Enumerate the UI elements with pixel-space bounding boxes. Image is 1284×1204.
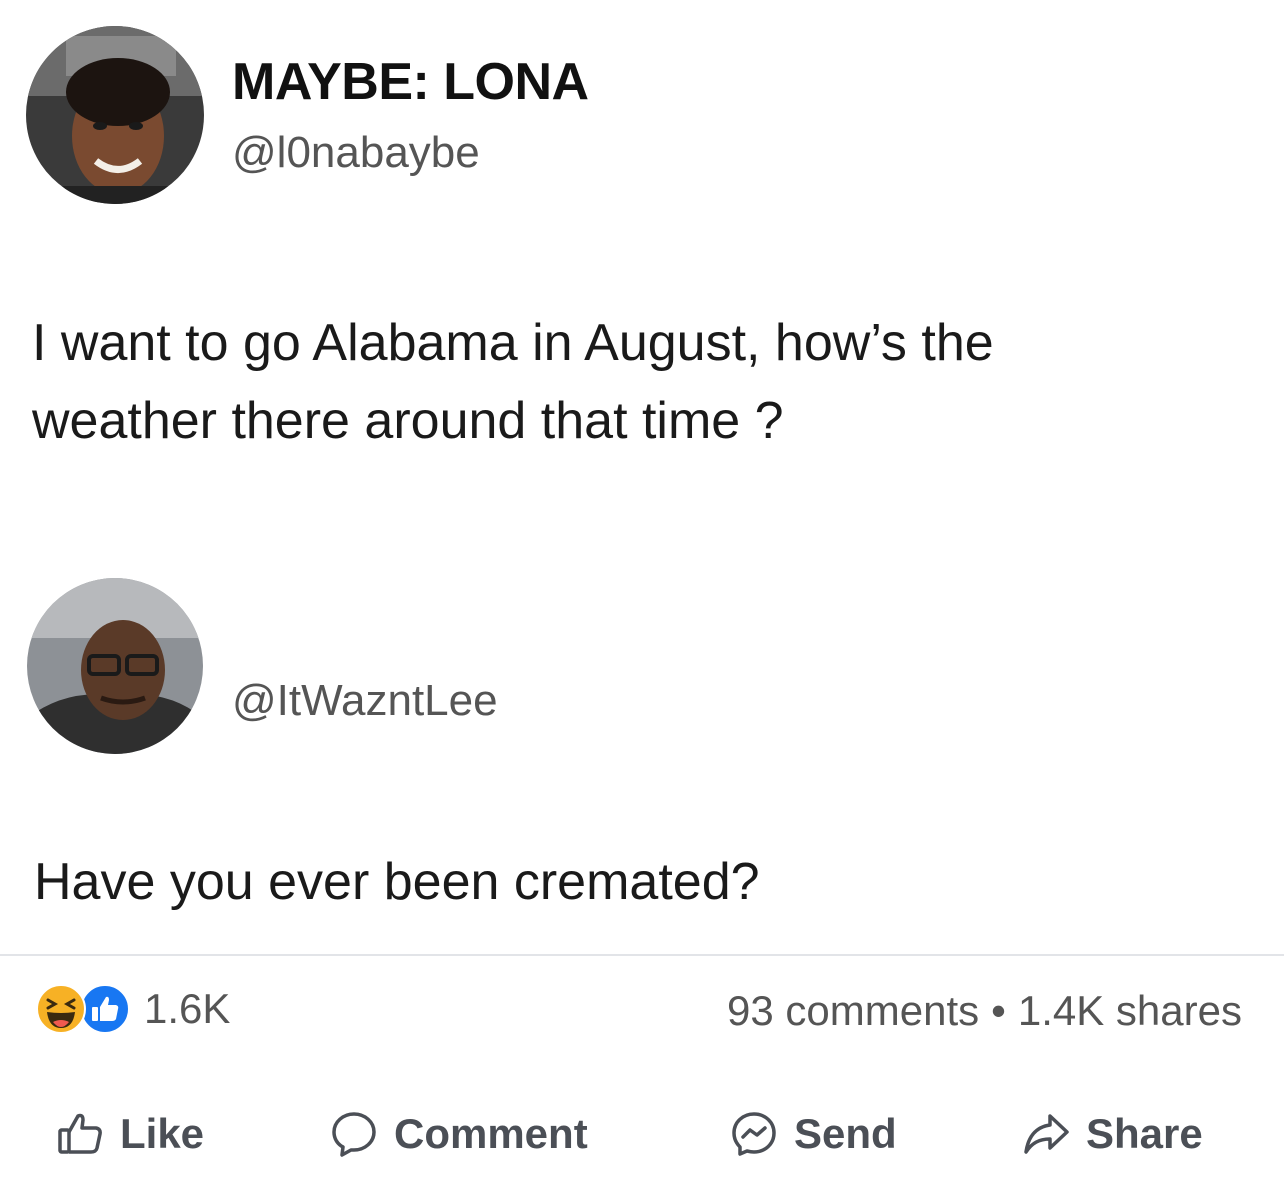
share-arrow-icon	[1022, 1110, 1070, 1158]
stats-separator: •	[991, 987, 1006, 1034]
tweet-text-line: I want to go Alabama in August, how’s th…	[32, 314, 994, 372]
shares-count-link[interactable]: 1.4K shares	[1018, 987, 1242, 1034]
author-avatar-image	[26, 26, 204, 204]
messenger-icon	[730, 1110, 778, 1158]
reply-avatar[interactable]	[27, 578, 203, 754]
action-bar: Like Comment Send Share	[0, 1104, 1284, 1164]
haha-icon	[36, 984, 86, 1034]
reactions-count: 1.6K	[144, 985, 231, 1032]
facebook-post: MAYBE: LONA @l0nabaybe I want to go Alab…	[0, 0, 1284, 1204]
like-icon	[80, 984, 130, 1034]
share-label: Share	[1086, 1110, 1203, 1157]
reply-handle[interactable]: @ItWazntLee	[232, 676, 498, 726]
author-avatar[interactable]	[26, 26, 204, 204]
tweet-text-line: weather there around that time ?	[32, 392, 784, 450]
tweet-text: I want to go Alabama in August, how’s th…	[32, 304, 1262, 460]
reactions-summary[interactable]: 1.6K	[36, 983, 230, 1035]
share-button[interactable]: Share	[1022, 1104, 1203, 1164]
comments-count-link[interactable]: 93 comments	[727, 987, 979, 1034]
thumbs-up-icon	[56, 1110, 104, 1158]
like-label: Like	[120, 1110, 205, 1157]
author-display-name[interactable]: MAYBE: LONA	[232, 52, 589, 112]
like-button[interactable]: Like	[56, 1104, 204, 1164]
comment-button[interactable]: Comment	[330, 1104, 588, 1164]
divider	[0, 954, 1284, 956]
comment-bubble-icon	[330, 1110, 378, 1158]
send-label: Send	[794, 1110, 897, 1157]
engagement-stats: 93 comments • 1.4K shares	[727, 987, 1242, 1035]
reply-text: Have you ever been cremated?	[34, 853, 760, 911]
author-handle[interactable]: @l0nabaybe	[232, 128, 480, 178]
send-button[interactable]: Send	[730, 1104, 897, 1164]
reply-avatar-image	[27, 578, 203, 754]
comment-label: Comment	[394, 1110, 588, 1157]
